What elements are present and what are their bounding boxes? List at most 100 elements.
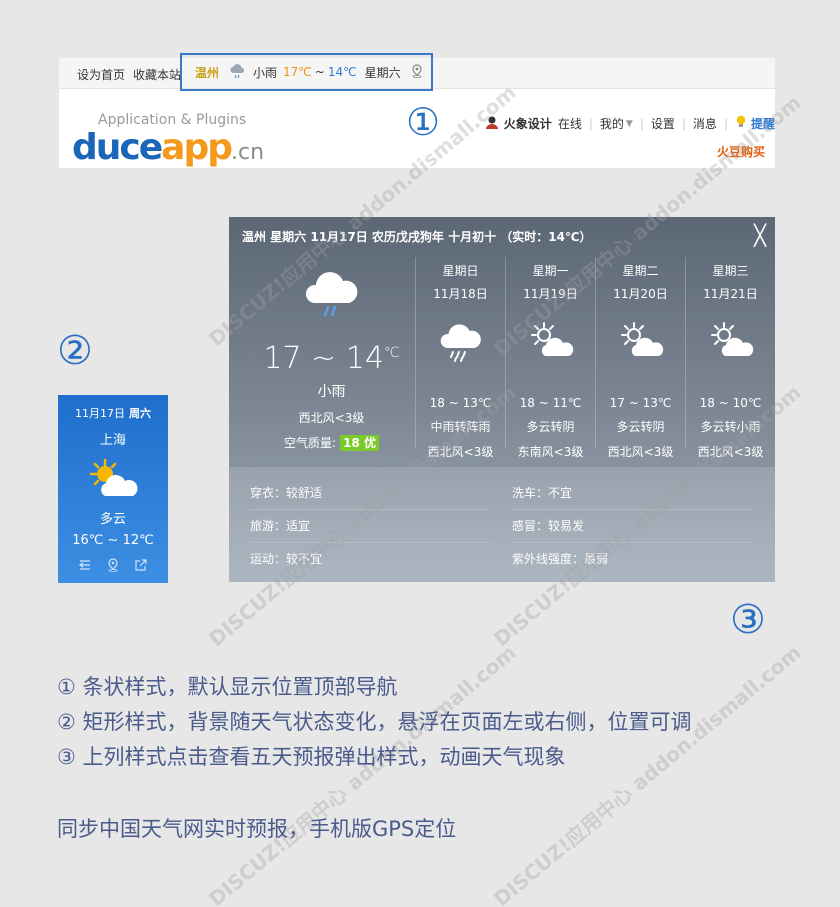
forecast-desc: 多云转阴 — [526, 420, 575, 434]
today-temp-unit: ℃ — [383, 345, 400, 361]
today-wind: 西北风<3级 — [298, 411, 365, 425]
note-line: ② 矩形样式，背景随天气状态变化，悬浮在页面左或右侧，位置可调 — [57, 710, 692, 734]
forecast-wind: 西北风<3级 — [427, 445, 494, 459]
my-menu[interactable]: 我的 — [600, 115, 624, 132]
bookmark-link[interactable]: 收藏本站 — [133, 66, 181, 83]
lightbulb-icon — [735, 115, 747, 132]
partly-cloudy-icon — [526, 320, 576, 364]
logo-part1: duce — [72, 127, 163, 168]
light-rain-icon — [300, 267, 364, 321]
life-index-item: 旅游：适宜 — [250, 517, 490, 543]
forecast-wind: 西北风<3级 — [607, 445, 674, 459]
set-home-link[interactable]: 设为首页 — [77, 66, 125, 83]
forecast-temp: 18 ~ 13℃ — [429, 396, 492, 410]
forecast-wind: 西北风<3级 — [697, 445, 764, 459]
weather-strip-low: 14℃ — [327, 65, 357, 79]
box-date-text: 11月17日 — [75, 407, 125, 420]
forecast-temp: 17 ~ 13℃ — [609, 396, 672, 410]
forecast-date: 11月18日 — [433, 287, 488, 301]
settings-link[interactable]: 设置 — [651, 115, 675, 132]
collapse-icon[interactable] — [78, 557, 92, 571]
box-weather-widget[interactable]: 11月17日 周六 上海 多云 16℃ ~ 12℃ — [58, 395, 168, 583]
box-date: 11月17日 周六 — [58, 405, 168, 421]
forecast-day: 星期一 11月19日 18 ~ 11℃ 多云转阴 东南风<3级 — [505, 257, 595, 459]
logo-wordmark: duceapp.cn — [72, 127, 264, 168]
location-pin-icon[interactable] — [410, 63, 424, 81]
forecast-wind: 东南风<3级 — [517, 445, 584, 459]
life-index-panel: 穿衣：较舒适 洗车：不宜 旅游：适宜 感冒：较易发 运动：较不宜 紫外线强度：最… — [229, 467, 775, 582]
life-index-item: 洗车：不宜 — [512, 484, 752, 510]
forecast-date: 11月21日 — [703, 287, 758, 301]
weather-strip-city: 温州 — [195, 65, 220, 80]
forecast-date: 11月20日 — [613, 287, 668, 301]
user-name-link[interactable]: 火象设计 — [504, 115, 552, 132]
external-link-icon[interactable] — [134, 557, 148, 571]
divider: | — [723, 116, 728, 131]
chevron-down-icon: ▼ — [625, 118, 633, 129]
today-panel: 17 ~ 14℃ 小雨 西北风<3级 空气质量: 18 优 — [249, 267, 414, 451]
box-weekday: 周六 — [129, 407, 151, 420]
note-line: ① 条状样式，默认显示位置顶部导航 — [57, 675, 398, 699]
location-pin-icon[interactable] — [106, 557, 120, 572]
forecast-weekday: 星期一 — [532, 264, 569, 278]
forecast-date: 11月19日 — [523, 287, 578, 301]
today-aqi: 空气质量: 18 优 — [249, 434, 414, 451]
weather-strip-weekday: 星期六 — [364, 65, 401, 80]
feature-notes: ① 条状样式，默认显示位置顶部导航 ② 矩形样式，背景随天气状态变化，悬浮在页面… — [57, 670, 692, 775]
forecast-weekday: 星期日 — [442, 264, 479, 278]
logo-suffix: .cn — [231, 140, 265, 165]
forecast-desc: 多云转小雨 — [700, 420, 761, 434]
aqi-label: 空气质量: — [284, 436, 337, 450]
reminder-link[interactable]: 提醒 — [751, 115, 775, 132]
box-city: 上海 — [99, 433, 126, 448]
popup-title: 温州 星期六 11月17日 农历戊戌狗年 十月初十 （实时：14℃） — [242, 230, 592, 244]
user-avatar-icon — [484, 114, 500, 133]
box-condition: 多云 — [99, 512, 126, 527]
user-nav: 火象设计 在线 | 我的 ▼ | 设置 | 消息 | 提醒 — [484, 114, 775, 133]
forecast-temp: 18 ~ 10℃ — [699, 396, 762, 410]
user-status[interactable]: 在线 — [558, 115, 582, 132]
buy-credits-link[interactable]: 火豆购买 — [717, 143, 765, 160]
today-temp: 17 ~ 14℃ — [249, 341, 414, 376]
life-index-item: 运动：较不宜 — [250, 552, 323, 566]
top-toolbar: 设为首页 收藏本站 温州 小雨 17℃ ~ 14℃ 星期六 — [59, 53, 775, 91]
life-index-item: 紫外线强度：最弱 — [512, 552, 609, 566]
forecast-desc: 中雨转阵雨 — [430, 420, 491, 434]
forecast-day: 星期日 11月18日 18 ~ 13℃ 中雨转阵雨 西北风<3级 — [415, 257, 505, 459]
forecast-temp: 18 ~ 11℃ — [519, 396, 582, 410]
partly-cloudy-icon — [706, 320, 756, 364]
weather-strip-condition: 小雨 — [253, 65, 278, 80]
close-icon[interactable]: ╳ — [754, 223, 766, 247]
divider: | — [639, 116, 644, 131]
aqi-badge: 18 优 — [340, 435, 379, 451]
forecast-desc: 多云转阴 — [616, 420, 665, 434]
weather-strip-high: 17℃ — [283, 65, 312, 79]
partly-cloudy-icon — [616, 320, 666, 364]
forecast-day: 星期二 11月20日 17 ~ 13℃ 多云转阴 西北风<3级 — [595, 257, 685, 459]
weather-strip-tilde: ~ — [314, 65, 325, 79]
forecast-weekday: 星期三 — [712, 264, 749, 278]
partly-cloudy-icon — [83, 456, 143, 502]
forecast-day: 星期三 11月21日 18 ~ 10℃ 多云转小雨 西北风<3级 — [685, 257, 775, 459]
marker-three: ③ — [730, 597, 766, 643]
forecast-popup: 温州 星期六 11月17日 农历戊戌狗年 十月初十 （实时：14℃） ╳ 17 … — [229, 217, 775, 582]
logo-part2: app — [161, 127, 233, 168]
divider: | — [588, 116, 593, 131]
light-rain-icon — [229, 63, 247, 82]
life-index-item: 感冒：较易发 — [512, 517, 752, 543]
sync-note: 同步中国天气网实时预报，手机版GPS定位 — [57, 817, 457, 841]
marker-two: ② — [57, 328, 93, 374]
messages-link[interactable]: 消息 — [693, 115, 717, 132]
site-header: 设为首页 收藏本站 温州 小雨 17℃ ~ 14℃ 星期六 Applicatio… — [59, 53, 775, 168]
marker-one: ① — [406, 100, 441, 144]
note-line: ③ 上列样式点击查看五天预报弹出样式，动画天气现象 — [57, 745, 566, 769]
today-condition: 小雨 — [317, 384, 346, 400]
life-index-item: 穿衣：较舒适 — [250, 484, 490, 510]
rain-icon — [436, 320, 486, 364]
logo-tagline: Application & Plugins — [98, 112, 247, 128]
today-temp-value: 17 ~ 14 — [263, 341, 384, 376]
weather-strip-widget[interactable]: 温州 小雨 17℃ ~ 14℃ 星期六 — [180, 53, 433, 91]
box-temperature: 16℃ ~ 12℃ — [72, 533, 154, 548]
forecast-weekday: 星期二 — [622, 264, 659, 278]
divider: | — [681, 116, 686, 131]
